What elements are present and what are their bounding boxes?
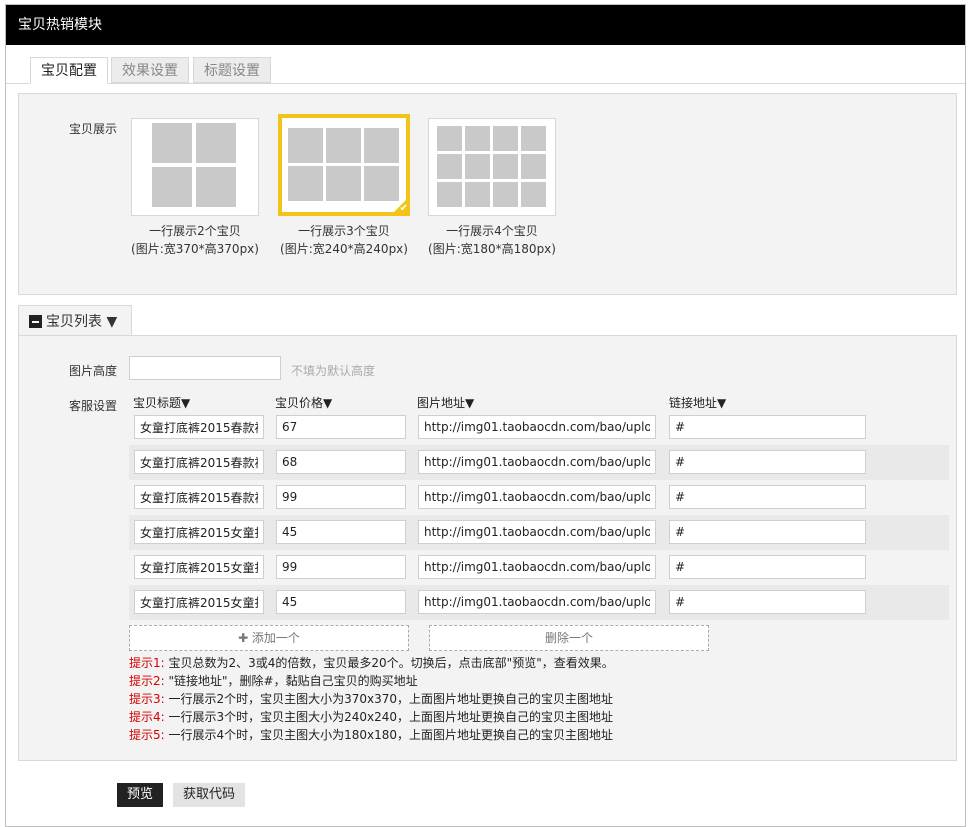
thumb-cell <box>288 166 323 201</box>
thumb-cell <box>326 128 361 163</box>
thumb-cell <box>152 123 192 163</box>
product-price-input[interactable] <box>276 450 406 474</box>
window-title: 宝贝热销模块 <box>6 5 965 45</box>
layout-option-2-per-row[interactable] <box>131 118 259 216</box>
tip-text: 宝贝总数为2、3或4的倍数，宝贝最多20个。切换后，点击底部"预览"，查看效果。 <box>164 656 614 670</box>
display-label: 宝贝展示 <box>69 122 118 136</box>
image-url-input[interactable] <box>418 450 656 474</box>
product-title-input[interactable] <box>134 485 264 509</box>
product-price-input[interactable] <box>276 590 406 614</box>
caption-line: 一行展示4个宝贝 <box>446 224 538 238</box>
tip-tag: 提示1: <box>129 656 165 670</box>
product-price-input[interactable] <box>276 485 406 509</box>
tip-tag: 提示2: <box>129 674 165 688</box>
product-title-input[interactable] <box>134 590 264 614</box>
thumb-cell <box>437 154 462 179</box>
tip-text: "链接地址"，删除#，黏贴自己宝贝的购买地址 <box>164 674 418 688</box>
column-header-title[interactable]: 宝贝标题▼ <box>133 394 190 411</box>
product-list-toggle[interactable]: 宝贝列表 ▼ <box>18 305 132 337</box>
link-url-input[interactable] <box>669 450 866 474</box>
caption-line: (图片:宽180*高180px) <box>428 242 556 256</box>
check-icon: ✔ <box>399 203 408 214</box>
product-list-title: 宝贝列表 ▼ <box>46 314 118 330</box>
thumb-cell <box>364 128 399 163</box>
display-config-panel: 宝贝展示 一行展示2个宝贝 (图片:宽370*高370px) ✔ 一行展示3个宝… <box>18 93 957 295</box>
tips-list: 提示1: 宝贝总数为2、3或4的倍数，宝贝最多20个。切换后，点击底部"预览"，… <box>129 654 614 744</box>
product-list-panel: 图片高度 不填为默认高度 客服设置 宝贝标题▼ 宝贝价格▼ 图片地址▼ 链接地址… <box>18 335 957 761</box>
thumb-cell <box>152 167 192 207</box>
thumb-cell <box>493 126 518 151</box>
tip-item: 提示2: "链接地址"，删除#，黏贴自己宝贝的购买地址 <box>129 672 614 690</box>
column-header-image-url[interactable]: 图片地址▼ <box>417 394 474 411</box>
link-url-input[interactable] <box>669 415 866 439</box>
get-code-button[interactable]: 获取代码 <box>173 783 246 807</box>
tip-text: 一行展示2个时，宝贝主图大小为370x370，上面图片地址更换自己的宝贝主图地址 <box>164 692 614 706</box>
thumb-cell <box>465 126 490 151</box>
layout-option-4-caption: 一行展示4个宝贝 (图片:宽180*高180px) <box>422 222 562 258</box>
add-item-button[interactable]: ✚ 添加一个 <box>129 625 409 651</box>
tip-text: 一行展示3个时，宝贝主图大小为240x240，上面图片地址更换自己的宝贝主图地址 <box>164 710 614 724</box>
preview-button[interactable]: 预览 <box>117 783 164 807</box>
link-url-input[interactable] <box>669 555 866 579</box>
image-height-label: 图片高度 <box>69 364 118 378</box>
link-url-input[interactable] <box>669 590 866 614</box>
caption-line: 一行展示3个宝贝 <box>298 224 390 238</box>
layout-option-4-per-row[interactable] <box>428 118 556 216</box>
image-url-input[interactable] <box>418 555 656 579</box>
column-header-link-url[interactable]: 链接地址▼ <box>669 394 726 411</box>
layout-option-3-caption: 一行展示3个宝贝 (图片:宽240*高240px) <box>274 222 414 258</box>
thumb-cell <box>465 182 490 207</box>
thumb-cell <box>521 126 546 151</box>
caption-line: 一行展示2个宝贝 <box>149 224 241 238</box>
link-url-input[interactable] <box>669 485 866 509</box>
image-height-hint: 不填为默认高度 <box>291 364 376 378</box>
thumb-cell <box>196 123 236 163</box>
image-url-input[interactable] <box>418 485 656 509</box>
column-header-price[interactable]: 宝贝价格▼ <box>275 394 332 411</box>
thumb-cell <box>521 154 546 179</box>
tip-item: 提示5: 一行展示4个时，宝贝主图大小为180x180，上面图片地址更换自己的宝… <box>129 726 614 744</box>
tip-item: 提示3: 一行展示2个时，宝贝主图大小为370x370，上面图片地址更换自己的宝… <box>129 690 614 708</box>
image-height-input[interactable] <box>129 356 281 380</box>
collapse-icon <box>29 315 42 328</box>
tip-tag: 提示5: <box>129 728 165 742</box>
tip-item: 提示4: 一行展示3个时，宝贝主图大小为240x240，上面图片地址更换自己的宝… <box>129 708 614 726</box>
tab-bar: 宝贝配置 效果设置 标题设置 <box>6 45 965 84</box>
layout-option-2-caption: 一行展示2个宝贝 (图片:宽370*高370px) <box>125 222 265 258</box>
product-title-input[interactable] <box>134 555 264 579</box>
product-title-input[interactable] <box>134 450 264 474</box>
tab-product-config[interactable]: 宝贝配置 <box>30 57 108 84</box>
caption-line: (图片:宽240*高240px) <box>280 242 408 256</box>
thumb-cell <box>521 182 546 207</box>
thumb-cell <box>326 166 361 201</box>
service-settings-label: 客服设置 <box>69 399 118 413</box>
thumb-cell <box>196 167 236 207</box>
thumb-cell <box>437 126 462 151</box>
remove-item-button[interactable]: 删除一个 <box>429 625 709 651</box>
thumb-cell <box>288 128 323 163</box>
product-price-input[interactable] <box>276 520 406 544</box>
tip-tag: 提示4: <box>129 710 165 724</box>
tip-text: 一行展示4个时，宝贝主图大小为180x180，上面图片地址更换自己的宝贝主图地址 <box>164 728 614 742</box>
product-title-input[interactable] <box>134 415 264 439</box>
image-url-input[interactable] <box>418 415 656 439</box>
thumb-cell <box>493 154 518 179</box>
thumb-cell <box>437 182 462 207</box>
link-url-input[interactable] <box>669 520 866 544</box>
product-price-input[interactable] <box>276 555 406 579</box>
product-price-input[interactable] <box>276 415 406 439</box>
layout-option-3-per-row[interactable]: ✔ <box>278 114 410 216</box>
caption-line: (图片:宽370*高370px) <box>131 242 259 256</box>
tip-item: 提示1: 宝贝总数为2、3或4的倍数，宝贝最多20个。切换后，点击底部"预览"，… <box>129 654 614 672</box>
tab-effect-settings[interactable]: 效果设置 <box>111 57 189 83</box>
product-title-input[interactable] <box>134 520 264 544</box>
module-window: 宝贝热销模块 宝贝配置 效果设置 标题设置 宝贝展示 一行展示2个宝贝 (图片:… <box>5 4 966 827</box>
image-url-input[interactable] <box>418 520 656 544</box>
thumb-cell <box>493 182 518 207</box>
tip-tag: 提示3: <box>129 692 165 706</box>
tab-title-settings[interactable]: 标题设置 <box>193 57 271 83</box>
image-url-input[interactable] <box>418 590 656 614</box>
thumb-cell <box>465 154 490 179</box>
